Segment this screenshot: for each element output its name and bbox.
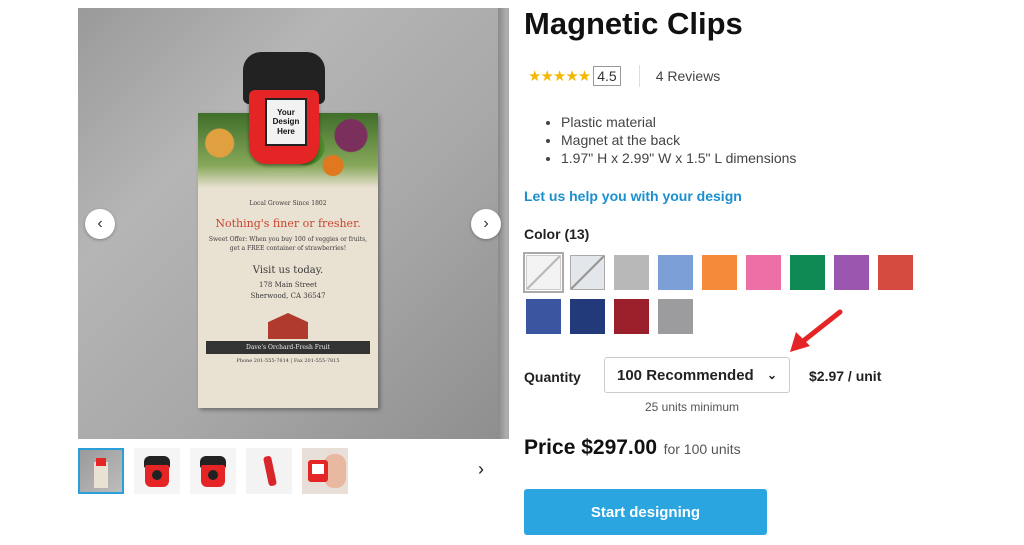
feature-item: Plastic material	[561, 113, 796, 131]
flyer-headline: Nothing's finer or fresher.	[215, 217, 361, 230]
flyer-offer: Sweet Offer: When you buy 100 of veggies…	[208, 236, 368, 252]
swatch-frosted[interactable]	[570, 255, 605, 290]
minimum-units: 25 units minimum	[645, 400, 740, 414]
swatch-purple[interactable]	[834, 255, 869, 290]
feature-item: 1.97" H x 2.99" W x 1.5" L dimensions	[561, 149, 796, 167]
swatch-gray[interactable]	[658, 299, 693, 334]
unit-price: $2.97 / unit	[809, 368, 882, 384]
flyer-city: Sherwood, CA 36547	[250, 291, 326, 300]
chevron-down-icon: ⌄	[766, 368, 777, 382]
thumbnail-clip-front[interactable]	[134, 448, 180, 494]
swatch-green[interactable]	[790, 255, 825, 290]
product-main-image: Local Grower Since 1802 Nothing's finer …	[78, 8, 509, 439]
start-designing-button[interactable]: Start designing	[524, 489, 767, 535]
thumbnail-clip-side[interactable]	[246, 448, 292, 494]
design-help-link[interactable]: Let us help you with your design	[524, 188, 742, 204]
thumbnail-fridge[interactable]	[78, 448, 124, 494]
feature-list: Plastic material Magnet at the back 1.97…	[546, 113, 796, 167]
feature-item: Magnet at the back	[561, 131, 796, 149]
barn-graphic	[268, 313, 308, 339]
quantity-selected-value: 100 Recommended	[617, 366, 754, 384]
swatch-navy[interactable]	[570, 299, 605, 334]
flyer-phone: Phone 201-555-7814 | Fax 201-555-7815	[236, 358, 340, 364]
product-title: Magnetic Clips	[524, 6, 743, 41]
swatch-clear[interactable]	[523, 252, 564, 293]
carousel-next-button[interactable]: ›	[471, 209, 501, 239]
swatch-orange[interactable]	[702, 255, 737, 290]
thumbnail-clip-in-hand[interactable]	[302, 448, 348, 494]
rating-value: 4.5	[593, 66, 621, 86]
swatch-silver[interactable]	[614, 255, 649, 290]
flyer-street: 178 Main Street	[259, 281, 317, 289]
color-label: Color (13)	[524, 226, 590, 242]
swatch-red[interactable]	[878, 255, 913, 290]
magnetic-clip-image: Your Design Here	[243, 52, 325, 172]
flyer-tagline: Local Grower Since 1802	[249, 200, 327, 207]
swatch-blue[interactable]	[526, 299, 561, 334]
star-rating-icon: ★★★★★	[528, 68, 591, 85]
annotation-arrow-icon	[790, 309, 843, 352]
quantity-label: Quantity	[524, 369, 581, 385]
color-swatches	[523, 252, 956, 334]
thumbnail-next-button[interactable]: ›	[478, 459, 484, 480]
swatch-burgundy[interactable]	[614, 299, 649, 334]
divider	[638, 65, 640, 87]
swatch-pink[interactable]	[746, 255, 781, 290]
thumbnail-strip	[78, 448, 348, 494]
rating-row: ★★★★★ 4.5 4 Reviews	[528, 65, 720, 87]
thumbnail-clip-back[interactable]	[190, 448, 236, 494]
flyer-visit: Visit us today.	[252, 265, 324, 276]
chevron-left-icon: ‹	[97, 215, 103, 232]
reviews-link[interactable]: 4 Reviews	[656, 68, 721, 84]
clip-body: Your Design Here	[249, 90, 319, 164]
swatch-light-blue[interactable]	[658, 255, 693, 290]
carousel-prev-button[interactable]: ‹	[85, 209, 115, 239]
quantity-dropdown[interactable]: 100 Recommended ⌄	[604, 357, 790, 393]
chevron-right-icon: ›	[483, 215, 489, 232]
price-units: for 100 units	[663, 441, 741, 457]
price-total: Price $297.00	[524, 436, 658, 459]
flyer-banner: Dave's Orchard-Fresh Fruit	[206, 341, 370, 354]
price-row: Price $297.00 for 100 units	[524, 436, 741, 460]
clip-label: Your Design Here	[265, 98, 307, 146]
chevron-right-icon: ›	[478, 459, 484, 479]
